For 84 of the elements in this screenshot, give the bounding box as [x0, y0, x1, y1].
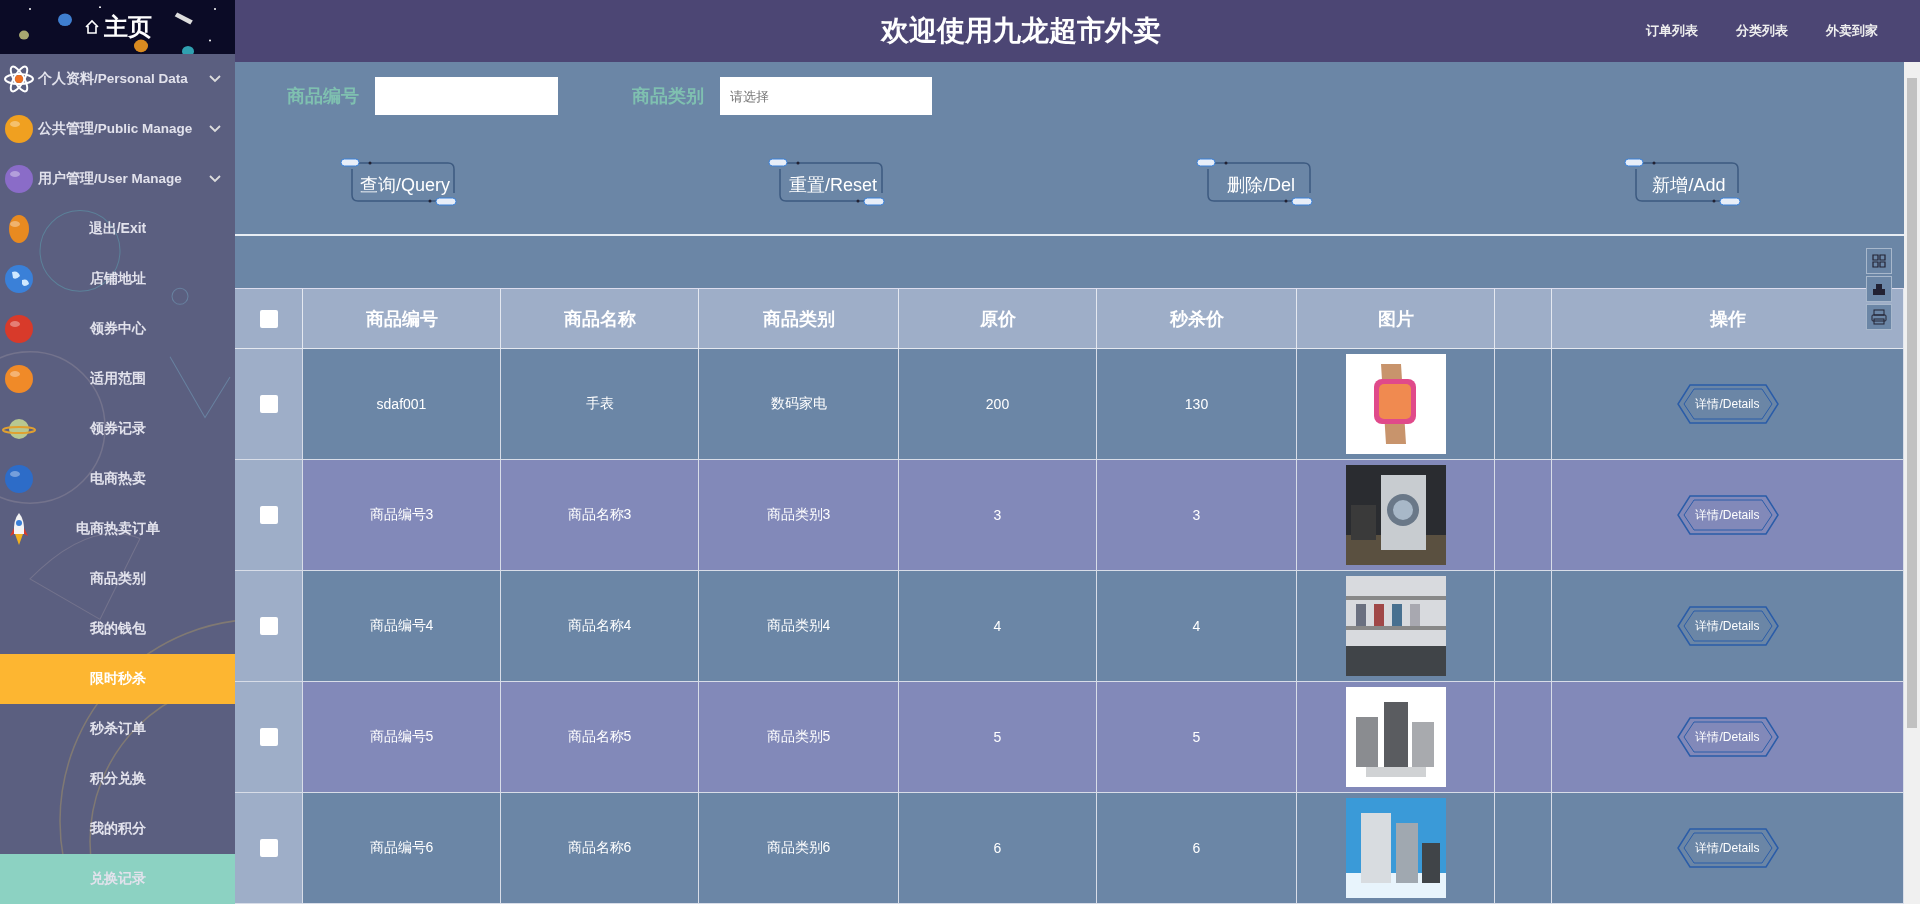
table-cell: 5 — [1097, 682, 1297, 793]
table-cell: 200 — [899, 349, 1097, 460]
input-field[interactable]: 请选择 — [720, 77, 932, 115]
sidebar-item[interactable]: 商品类别 — [0, 554, 235, 604]
tray-icon[interactable] — [1866, 276, 1892, 302]
planet-icon — [4, 364, 34, 394]
sidebar-item[interactable]: 公共管理/Public Manage — [0, 104, 235, 154]
nav-link[interactable]: 外卖到家 — [1826, 22, 1878, 40]
printer-icon[interactable] — [1866, 304, 1892, 330]
action-button[interactable]: 新增/Add — [1624, 155, 1754, 215]
sidebar-item[interactable]: 电商热卖订单 — [0, 504, 235, 554]
atom-icon — [4, 64, 34, 94]
planet-icon — [4, 464, 34, 494]
table-cell: 3 — [1097, 460, 1297, 571]
sidebar-item[interactable]: 用户管理/User Manage — [0, 154, 235, 204]
table-cell: 商品编号5 — [303, 682, 501, 793]
table-cell: 商品编号4 — [303, 571, 501, 682]
details-button[interactable]: 详情/Details — [1675, 493, 1780, 537]
input-field[interactable] — [375, 77, 558, 115]
table-cell: 6 — [1097, 793, 1297, 904]
column-header: 商品类别 — [699, 289, 899, 349]
page-title: 欢迎使用九龙超市外卖 — [879, 14, 1162, 48]
checkbox[interactable] — [259, 395, 278, 413]
table-cell: 数码家电 — [699, 349, 899, 460]
table-cell: 130 — [1097, 349, 1297, 460]
table-cell: 商品类别5 — [699, 682, 899, 793]
details-button[interactable]: 详情/Details — [1675, 715, 1780, 759]
home-link[interactable]: 主页 — [83, 11, 152, 43]
sidebar-item[interactable]: 秒杀订单 — [0, 704, 235, 754]
globe-icon — [4, 264, 34, 294]
home-icon — [83, 19, 100, 35]
table-cell: sdaf001 — [303, 349, 501, 460]
details-button[interactable]: 详情/Details — [1675, 604, 1780, 648]
column-header: 操作 — [1552, 289, 1904, 349]
planet-icon — [4, 314, 34, 344]
planet-icon — [4, 164, 34, 194]
table-cell: 5 — [899, 682, 1097, 793]
details-button[interactable]: 详情/Details — [1675, 826, 1780, 870]
table-cell: 商品名称5 — [501, 682, 699, 793]
planet-icon — [4, 114, 34, 144]
scrollbar[interactable] — [1904, 62, 1920, 904]
table-cell: 商品类别3 — [699, 460, 899, 571]
nav-link[interactable]: 订单列表 — [1646, 22, 1698, 40]
column-header: 图片 — [1297, 289, 1495, 349]
sidebar-item[interactable]: 我的积分 — [0, 804, 235, 854]
table-cell: 6 — [899, 793, 1097, 904]
table-cell: 商品编号3 — [303, 460, 501, 571]
nav-link[interactable]: 分类列表 — [1736, 22, 1788, 40]
sidebar-item[interactable]: 退出/Exit — [0, 204, 235, 254]
action-button[interactable]: 删除/Del — [1196, 155, 1326, 215]
checkbox[interactable] — [259, 728, 278, 746]
column-header: 原价 — [899, 289, 1097, 349]
action-button[interactable]: 查询/Query — [340, 155, 470, 215]
checkbox[interactable] — [259, 506, 278, 524]
sidebar-item[interactable]: 店铺地址 — [0, 254, 235, 304]
sidebar-item[interactable]: 领券记录 — [0, 404, 235, 454]
details-button[interactable]: 详情/Details — [1675, 382, 1780, 426]
column-header: 商品名称 — [501, 289, 699, 349]
field-label: 商品类别 — [632, 85, 704, 108]
table-cell: 4 — [1097, 571, 1297, 682]
table-cell: 手表 — [501, 349, 699, 460]
rocket-icon — [9, 512, 29, 546]
sidebar-item[interactable]: 适用范围 — [0, 354, 235, 404]
table-cell: 商品编号6 — [303, 793, 501, 904]
column-header: 商品编号 — [303, 289, 501, 349]
sidebar-item[interactable]: 积分兑换 — [0, 754, 235, 804]
action-button[interactable]: 重置/Reset — [768, 155, 898, 215]
checkbox[interactable] — [259, 309, 278, 328]
field-label: 商品编号 — [287, 85, 359, 108]
grid-icon[interactable] — [1866, 248, 1892, 274]
checkbox[interactable] — [259, 839, 278, 857]
table-cell: 商品名称3 — [501, 460, 699, 571]
sidebar-item[interactable]: 个人资料/Personal Data — [0, 54, 235, 104]
table-cell: 商品名称6 — [501, 793, 699, 904]
table-cell: 4 — [899, 571, 1097, 682]
table-cell: 商品类别6 — [699, 793, 899, 904]
sidebar-item[interactable]: 领券中心 — [0, 304, 235, 354]
checkbox[interactable] — [259, 617, 278, 635]
table-cell: 3 — [899, 460, 1097, 571]
column-header: 秒杀价 — [1097, 289, 1297, 349]
table-cell: 商品类别4 — [699, 571, 899, 682]
table-cell: 商品名称4 — [501, 571, 699, 682]
sidebar-item[interactable]: 我的钱包 — [0, 604, 235, 654]
sidebar-item[interactable]: 电商热卖 — [0, 454, 235, 504]
